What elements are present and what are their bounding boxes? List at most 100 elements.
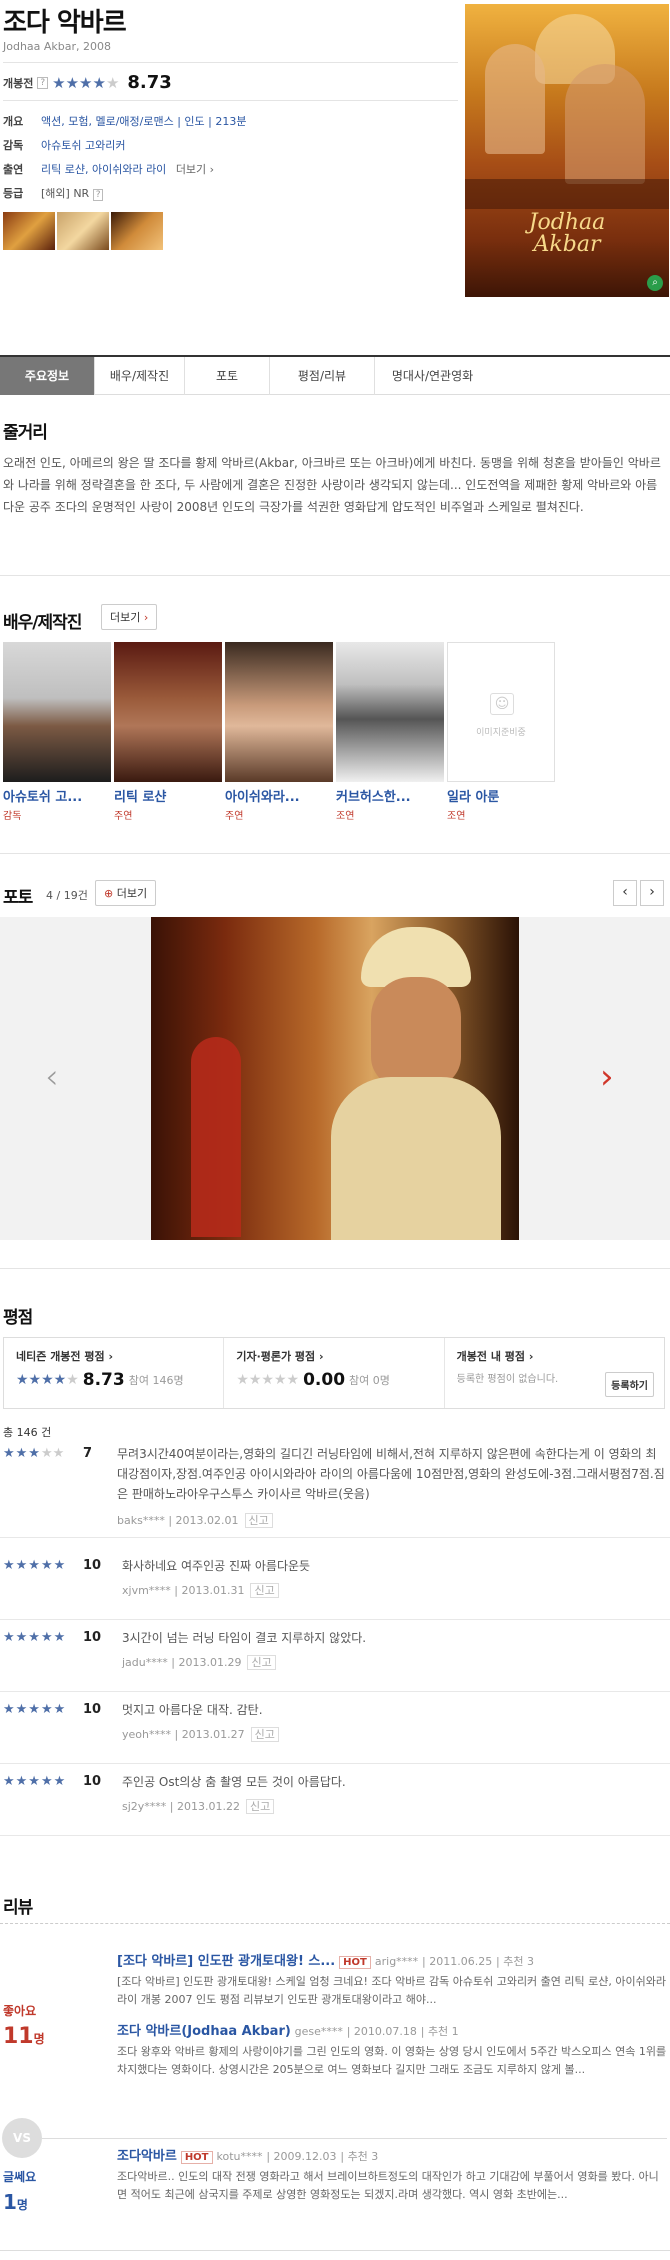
photo-main[interactable] [151, 917, 519, 1240]
report-button[interactable]: 신고 [244, 1513, 273, 1528]
cast-name[interactable]: 아이쉬와라... [225, 786, 333, 805]
review-title[interactable]: [조다 악바르] 인도판 광개토대왕! 스... [117, 1954, 335, 1969]
review-text: 조다 왕후와 악바르 황제의 사랑이야기를 그린 인도의 영화. 이 영화는 상… [117, 2045, 667, 2076]
cast-photo[interactable] [336, 642, 444, 782]
rating-score: 10 [83, 1630, 102, 1645]
cast-card[interactable]: 아슈토쉬 고... 감독 [3, 642, 111, 822]
review-item: [조다 악바르] 인도판 광개토대왕! 스... HOT arig**** | 20… [117, 1950, 667, 2009]
rating-text: 무려3시간40여분이라는,영화의 길디긴 러닝타임에 비해서,전혀 지루하지 않… [117, 1447, 665, 1501]
divider [0, 1268, 670, 1269]
rating-item: ★★★★★ 10 화사하네요 여주인공 진짜 아름다운듯 xjvm**** | … [0, 1558, 670, 1620]
netizen-label[interactable]: 네티즌 개봉전 평점 › [16, 1348, 211, 1364]
grade-value: [해외] NR [41, 187, 90, 200]
rating-item: ★★★★★ 7 무려3시간40여분이라는,영화의 길디긴 러닝타임에 비해서,전… [0, 1446, 670, 1538]
report-button[interactable]: 신고 [247, 1655, 276, 1670]
my-rating-label[interactable]: 개봉전 내 평점 › [457, 1348, 652, 1364]
main-tabs: 주요정보 배우/제작진 포토 평점/리뷰 명대사/연관영화 [0, 355, 670, 395]
rating-text: 3시간이 넘는 러닝 타임이 결코 지루하지 않았다. [122, 1631, 367, 1645]
cast-more-link[interactable]: 더보기 › [176, 163, 214, 176]
cast-role: 주연 [114, 811, 133, 822]
cast-photo[interactable] [3, 642, 111, 782]
thumbnail[interactable] [111, 212, 163, 250]
photo-prev-button[interactable]: ‹ [613, 880, 637, 906]
divider [0, 575, 670, 576]
rating-stars: ★★★★★ [3, 1630, 67, 1645]
divider [0, 1923, 670, 1924]
thumbnail[interactable] [3, 212, 55, 250]
cast-photo-placeholder[interactable]: ☺ 이미지준비중 [447, 642, 555, 782]
help-icon[interactable]: ? [92, 189, 104, 201]
report-button[interactable]: 신고 [250, 1583, 279, 1598]
tab-main-info[interactable]: 주요정보 [0, 357, 95, 395]
netizen-score: 8.73 [82, 1370, 125, 1390]
synopsis-heading: 줄거리 [3, 423, 48, 443]
divider [3, 62, 458, 63]
director-link[interactable]: 아슈토쉬 고와리커 [41, 139, 125, 152]
tab-cast[interactable]: 배우/제작진 [95, 357, 185, 395]
rating-meta: jadu**** | 2013.01.29 신고 [122, 1654, 276, 1670]
cast-name[interactable]: 아슈토쉬 고... [3, 786, 111, 805]
tab-quotes[interactable]: 명대사/연관영화 [375, 357, 490, 395]
rating-score: 10 [83, 1774, 102, 1789]
divider [42, 2138, 667, 2139]
photo-next-button[interactable]: › [640, 880, 664, 906]
overview-value[interactable]: 액션, 모험, 멜로/애정/로맨스 | 인도 | 213분 [41, 115, 246, 128]
rating-score: 8.73 [127, 72, 172, 93]
thumbnail[interactable] [57, 212, 109, 250]
info-row-director: 감독 아슈토쉬 고와리커 [3, 139, 126, 152]
person-icon: ☺ [490, 693, 514, 715]
netizen-rating: 네티즌 개봉전 평점 › ★★★★ ★ 8.73 참여 146명 [4, 1338, 225, 1408]
synopsis-text: 오래전 인도, 아메르의 왕은 딸 조다를 황제 악바르(Akbar, 아크바르… [3, 456, 661, 514]
dislike-label: 글쎄요 [3, 2170, 37, 2184]
help-icon[interactable]: ? [37, 76, 49, 89]
zoom-icon[interactable]: ⌕ [647, 275, 663, 291]
review-title[interactable]: 조다 악바르(Jodhaa Akbar) [117, 2024, 291, 2039]
cast-photo[interactable] [225, 642, 333, 782]
cast-name[interactable]: 커브허스한... [336, 786, 444, 805]
photo-left-arrow-icon[interactable]: ‹ [45, 1057, 59, 1097]
cast-role: 감독 [3, 811, 22, 822]
review-item: 조다악바르 HOT kotu**** | 2009.12.03 | 추천 3 조다악… [117, 2145, 667, 2222]
cast-name[interactable]: 일라 아룬 [447, 786, 555, 805]
rating-stars-empty: ★ [105, 73, 120, 92]
tab-photo[interactable]: 포토 [185, 357, 270, 395]
review-title[interactable]: 조다악바르 [117, 2149, 177, 2164]
report-button[interactable]: 신고 [245, 1799, 275, 1814]
review-text: 조다악바르.. 인도의 대작 전쟁 영화라고 해서 브레이브하트정도의 대작인가… [117, 2170, 659, 2201]
tab-ratings[interactable]: 평점/리뷰 [270, 357, 375, 395]
critic-stars: ★★★★★ [236, 1372, 300, 1388]
rating-text: 화사하네요 여주인공 진짜 아름다운듯 [122, 1559, 311, 1573]
like-label: 좋아요 [3, 2004, 37, 2018]
cast-link[interactable]: 리틱 로샨, 아이쉬와라 라이 [41, 163, 166, 176]
rating-meta: sj2y**** | 2013.01.22 신고 [122, 1798, 275, 1814]
page-title: 조다 악바르 [3, 8, 127, 38]
cast-card[interactable]: 커브허스한... 조연 [336, 642, 444, 822]
cast-more-button[interactable]: 더보기 › [101, 604, 158, 630]
cast-card[interactable]: 아이쉬와라... 주연 [225, 642, 333, 822]
photo-more-button[interactable]: ⊕ 더보기 [95, 880, 157, 906]
info-row-cast: 출연 리틱 로샨, 아이쉬와라 라이 더보기 › [3, 163, 215, 176]
photo-right-arrow-icon[interactable]: › [600, 1057, 614, 1097]
cast-name[interactable]: 리틱 로샨 [114, 786, 222, 805]
critic-label[interactable]: 기자·평론가 평점 › [236, 1348, 431, 1364]
rating-item: ★★★★★ 10 3시간이 넘는 러닝 타임이 결코 지루하지 않았다. jad… [0, 1630, 670, 1692]
ratings-total: 총 146 건 [3, 1426, 52, 1439]
photo-viewer: ‹ › [0, 917, 670, 1240]
report-button[interactable]: 신고 [250, 1727, 279, 1742]
rating-stars: ★★★ [3, 1446, 41, 1461]
review-text: [조다 악바르] 인도판 광개토대왕! 스케일 엄청 크네요! 조다 악바르 감… [117, 1975, 666, 2006]
divider [3, 100, 458, 101]
cast-card[interactable]: ☺ 이미지준비중 일라 아룬 조연 [447, 642, 555, 822]
cast-role: 조연 [447, 811, 466, 822]
cast-photo[interactable] [114, 642, 222, 782]
rating-score: 10 [83, 1558, 102, 1573]
movie-poster[interactable]: Jodhaa Akbar ⌕ [465, 4, 669, 297]
critic-count: 참여 0명 [349, 1374, 390, 1387]
rating-score: 7 [83, 1446, 93, 1461]
register-rating-button[interactable]: 등록하기 [605, 1372, 654, 1397]
photo-heading: 포토 [3, 888, 33, 908]
cast-card[interactable]: 리틱 로샨 주연 [114, 642, 222, 822]
rating-meta: baks**** | 2013.02.01 신고 [117, 1512, 273, 1528]
recommend-count: 추천 3 [347, 2150, 379, 2163]
rating-stars: ★★★★★ [3, 1774, 67, 1789]
